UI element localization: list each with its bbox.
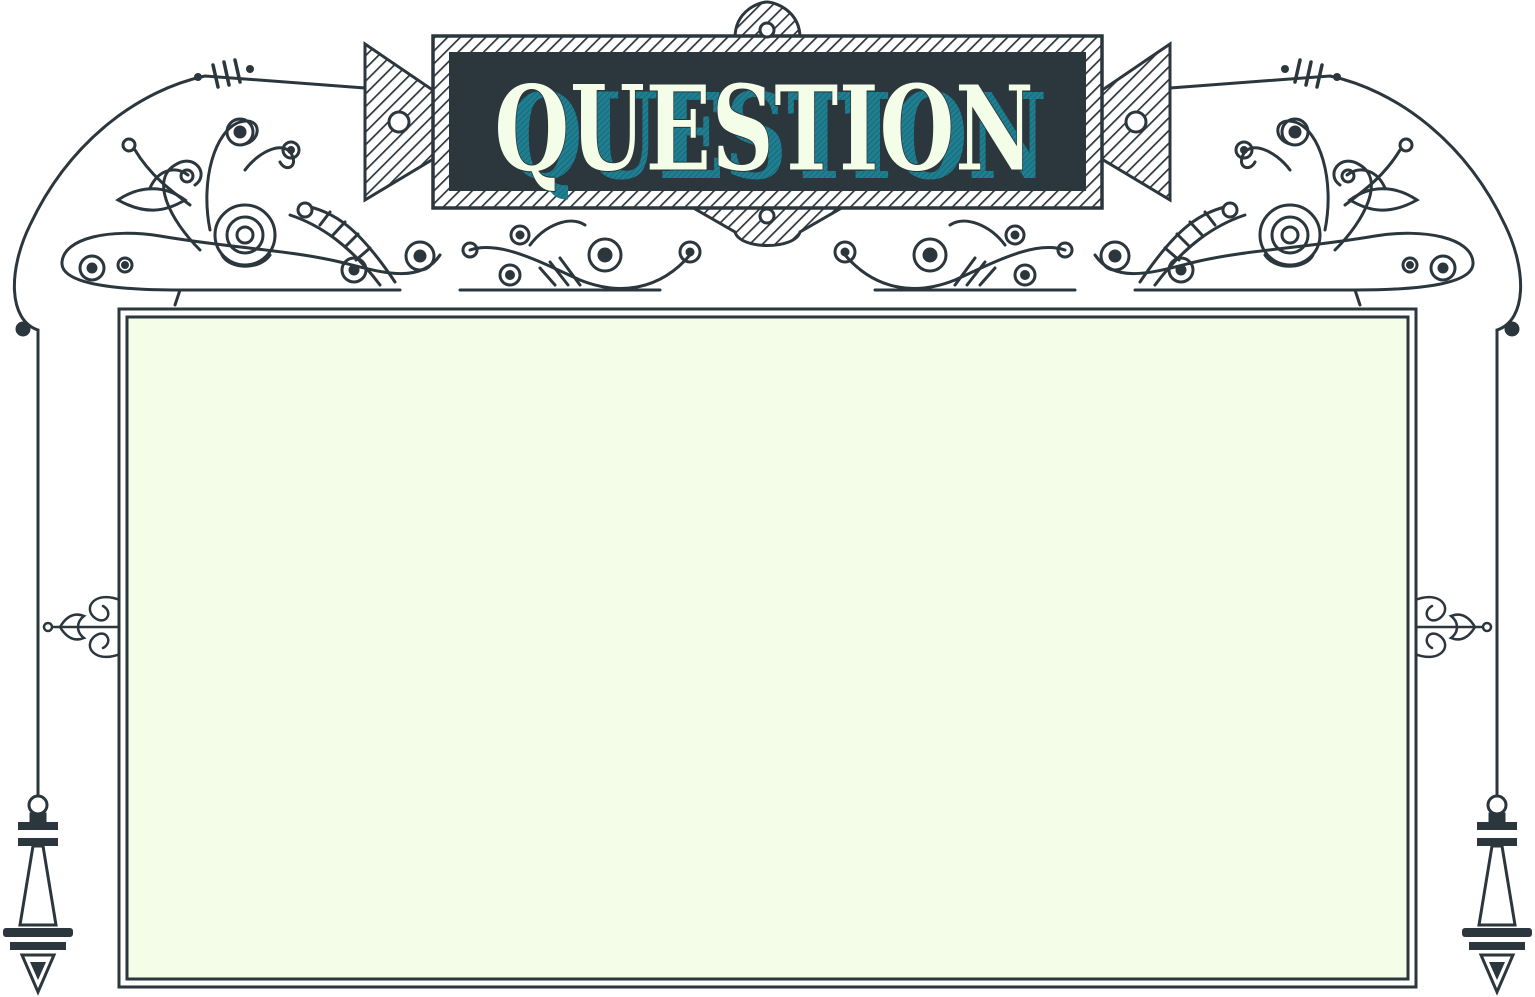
sign-title: QUESTION QUESTION [494, 59, 1048, 207]
question-panel-body [125, 315, 1410, 981]
side-bracket-left [42, 595, 122, 659]
scroll-flourish-center-right [833, 219, 1077, 292]
comb-ornament-left [194, 58, 254, 89]
scroll-flourish-center-left [458, 219, 702, 292]
comb-ornament-right [1281, 58, 1341, 89]
pendant-finial-left [3, 794, 73, 996]
sign-title-text: QUESTION [494, 59, 1034, 198]
side-bracket-right [1413, 595, 1493, 659]
question-card: QUESTION QUESTION [0, 0, 1535, 997]
question-panel [117, 307, 1418, 989]
pendant-finial-right [1462, 794, 1532, 996]
question-card-artwork: QUESTION QUESTION [3, 0, 1532, 996]
